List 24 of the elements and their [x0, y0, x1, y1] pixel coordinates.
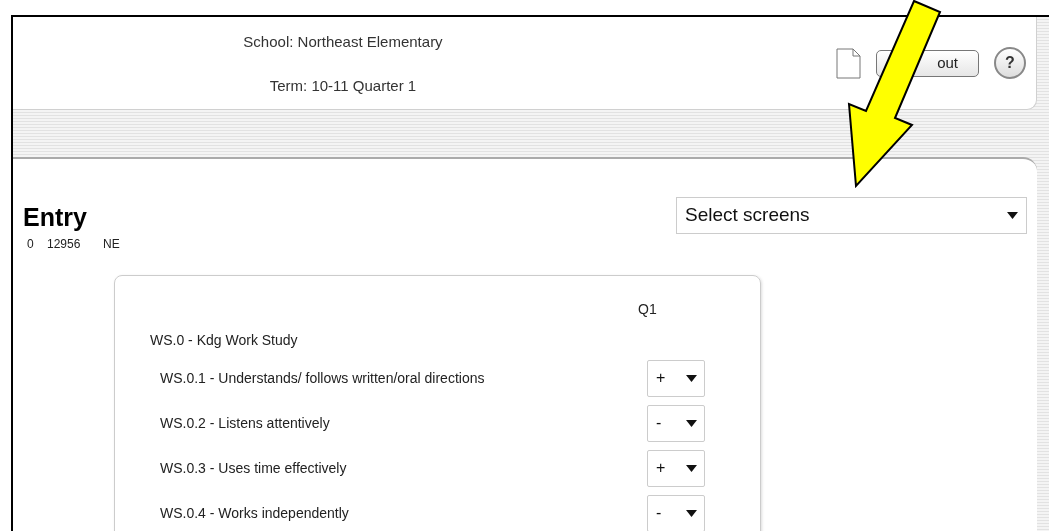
standard-label: WS.0.4 - Works independently — [160, 503, 350, 523]
screen-select[interactable]: Select screens — [676, 197, 1027, 234]
student-info: 12956 — [47, 236, 82, 253]
grade-select[interactable]: - — [647, 404, 705, 442]
page-title: Entry — [23, 205, 87, 230]
standard-label: WS.0.1 - Understands/ follows written/oral directions — [160, 368, 486, 388]
student-info: NE — [103, 236, 120, 253]
term-label: Term: 10-11 Quarter 1 — [269, 76, 417, 96]
column-header: Q1 — [638, 301, 657, 317]
student-info: 0 — [27, 236, 35, 253]
grade-select[interactable]: + — [647, 359, 705, 397]
caret-icon — [686, 464, 697, 472]
group-label: WS.0 - Kdg Work Study — [150, 332, 298, 348]
school-label: School: Northeast Elementary — [243, 31, 443, 52]
standard-label: WS.0.3 - Uses time effectively — [160, 458, 348, 478]
caret-icon — [686, 509, 697, 517]
caret-icon — [686, 374, 697, 382]
standard-label: WS.0.2 - Listens attentively — [160, 413, 331, 433]
grade-select[interactable]: + — [647, 449, 705, 487]
help-button[interactable]: ? — [994, 47, 1026, 79]
caret-icon — [686, 419, 697, 427]
caret-icon — [1007, 212, 1018, 219]
document-icon[interactable] — [836, 47, 861, 79]
grade-select[interactable]: - — [647, 494, 705, 531]
